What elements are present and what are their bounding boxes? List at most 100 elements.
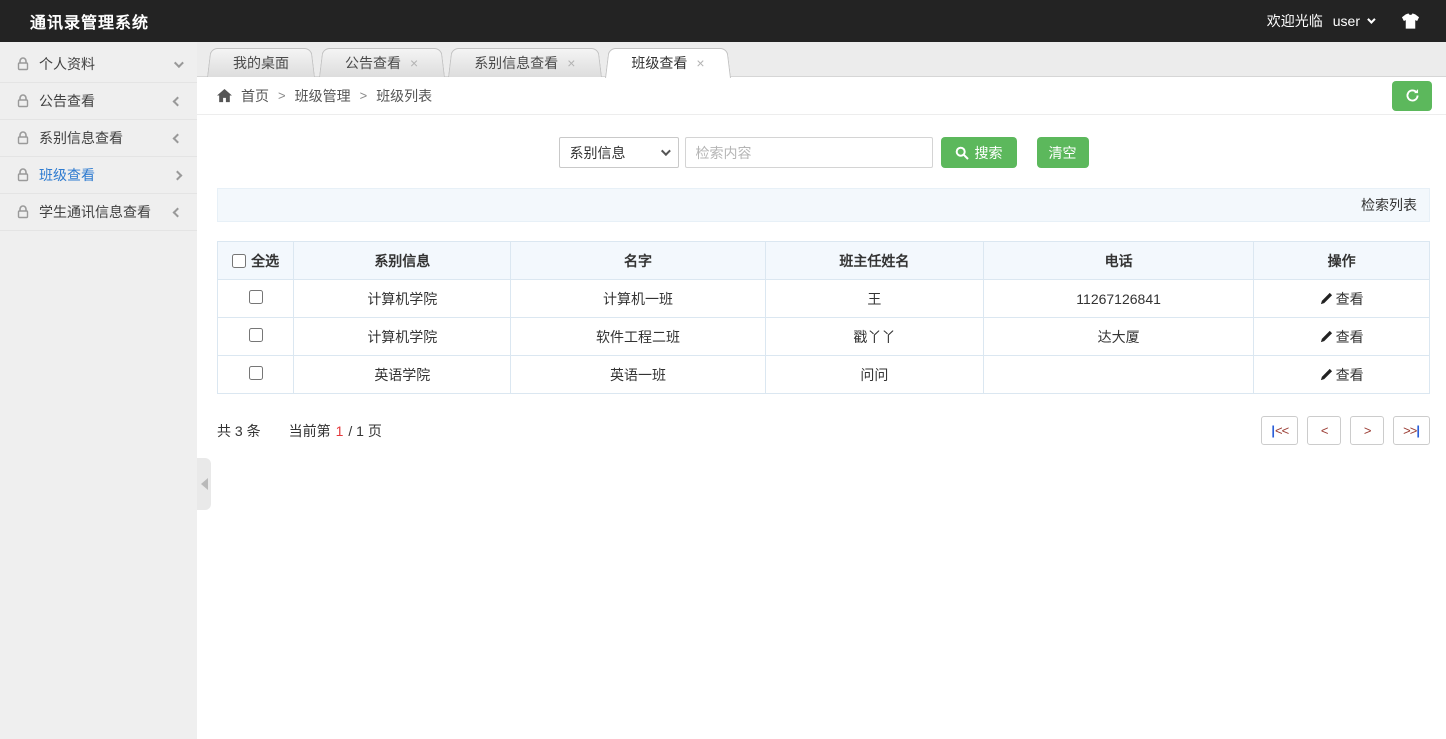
- view-link[interactable]: 查看: [1320, 289, 1364, 309]
- total-count: 共 3 条: [217, 421, 261, 441]
- search-button[interactable]: 搜索: [941, 137, 1017, 168]
- top-header: 通讯录管理系统 欢迎光临 user: [0, 0, 1446, 42]
- chevron-down-icon: [1367, 15, 1375, 23]
- view-link[interactable]: 查看: [1320, 365, 1364, 385]
- category-select-wrap: 系别信息: [559, 137, 679, 168]
- search-input[interactable]: [685, 137, 933, 168]
- chevron-left-icon: [173, 96, 183, 106]
- sidebar-item-profile[interactable]: 个人资料: [0, 46, 197, 83]
- lock-icon: [16, 131, 30, 145]
- select-all-checkbox[interactable]: [232, 254, 246, 268]
- user-menu[interactable]: user: [1333, 13, 1373, 29]
- chevron-left-icon: [173, 133, 183, 143]
- view-link[interactable]: 查看: [1320, 327, 1364, 347]
- sidebar: 个人资料 公告查看 系别信息查看 班级查看 学生通讯信息查看: [0, 42, 197, 739]
- search-icon: [955, 146, 969, 160]
- breadcrumb-bar: 首页 > 班级管理 > 班级列表: [197, 77, 1446, 115]
- cell-phone: [983, 356, 1253, 394]
- tab-label: 系别信息查看: [474, 53, 558, 73]
- close-icon[interactable]: ×: [696, 56, 704, 70]
- breadcrumb-home[interactable]: 首页: [241, 86, 269, 106]
- tab-announcements[interactable]: 公告查看 ×: [319, 48, 444, 77]
- cell-name: 软件工程二班: [511, 318, 766, 356]
- search-button-label: 搜索: [975, 143, 1003, 163]
- pagination-info: 共 3 条 当前第 1 / 1 页: [217, 421, 382, 441]
- sidebar-collapse-handle[interactable]: [197, 458, 211, 510]
- cell-name: 计算机一班: [511, 280, 766, 318]
- row-checkbox-cell: [218, 280, 294, 318]
- row-checkbox[interactable]: [249, 290, 263, 304]
- select-all-header: 全选: [218, 242, 294, 280]
- row-checkbox[interactable]: [249, 366, 263, 380]
- first-page-button[interactable]: | <<: [1261, 416, 1298, 445]
- view-link-label: 查看: [1336, 365, 1364, 385]
- breadcrumb-separator: >: [278, 88, 286, 103]
- cell-op: 查看: [1254, 280, 1430, 318]
- col-header-op: 操作: [1254, 242, 1430, 280]
- sidebar-item-label: 班级查看: [39, 165, 95, 185]
- home-icon: [217, 89, 232, 103]
- refresh-button[interactable]: [1392, 81, 1432, 111]
- view-link-label: 查看: [1336, 289, 1364, 309]
- sidebar-item-classes[interactable]: 班级查看: [0, 157, 197, 194]
- prev-page-button[interactable]: <: [1307, 416, 1341, 445]
- sidebar-item-announcements[interactable]: 公告查看: [0, 83, 197, 120]
- chevron-right-icon: [173, 170, 183, 180]
- row-checkbox-cell: [218, 318, 294, 356]
- table-row: 计算机学院 软件工程二班 戳丫丫 达大厦 查看: [218, 318, 1430, 356]
- current-page-number: 1: [336, 423, 344, 439]
- clear-button[interactable]: 清空: [1037, 137, 1089, 168]
- col-header-phone: 电话: [983, 242, 1253, 280]
- lock-icon: [16, 57, 30, 71]
- close-icon[interactable]: ×: [410, 56, 418, 70]
- category-select[interactable]: 系别信息: [559, 137, 679, 168]
- cell-teacher: 问问: [765, 356, 983, 394]
- tab-departments[interactable]: 系别信息查看 ×: [448, 48, 601, 77]
- app-title: 通讯录管理系统: [30, 9, 149, 33]
- cell-op: 查看: [1254, 356, 1430, 394]
- next-page-arrow: >: [1364, 423, 1371, 438]
- pencil-icon: [1320, 330, 1333, 343]
- cell-dept: 计算机学院: [294, 280, 511, 318]
- chevron-left-icon: [173, 207, 183, 217]
- clear-button-label: 清空: [1049, 143, 1077, 163]
- sidebar-item-label: 公告查看: [39, 91, 95, 111]
- table-header-row: 全选 系别信息 名字 班主任姓名 电话 操作: [218, 242, 1430, 280]
- row-checkbox[interactable]: [249, 328, 263, 342]
- list-bar: 检索列表: [217, 188, 1430, 222]
- next-page-button[interactable]: >: [1350, 416, 1384, 445]
- cell-phone: 达大厦: [983, 318, 1253, 356]
- sidebar-item-label: 个人资料: [39, 54, 95, 74]
- search-row: 系别信息 搜索 清空: [217, 137, 1430, 168]
- breadcrumb: 首页 > 班级管理 > 班级列表: [217, 86, 432, 106]
- cell-dept: 英语学院: [294, 356, 511, 394]
- sidebar-item-departments[interactable]: 系别信息查看: [0, 120, 197, 157]
- lock-icon: [16, 205, 30, 219]
- tab-label: 公告查看: [345, 53, 401, 73]
- select-all-label: 全选: [251, 251, 279, 271]
- pencil-icon: [1320, 292, 1333, 305]
- cell-op: 查看: [1254, 318, 1430, 356]
- collapse-arrow-icon: [201, 478, 208, 490]
- prev-page-arrow: <: [1321, 423, 1328, 438]
- col-header-teacher: 班主任姓名: [765, 242, 983, 280]
- refresh-icon: [1405, 88, 1420, 103]
- cell-teacher: 戳丫丫: [765, 318, 983, 356]
- pencil-icon: [1320, 368, 1333, 381]
- tab-desktop[interactable]: 我的桌面: [207, 48, 315, 77]
- row-checkbox-cell: [218, 356, 294, 394]
- close-icon[interactable]: ×: [567, 56, 575, 70]
- username: user: [1333, 13, 1360, 29]
- tshirt-icon: [1401, 13, 1420, 30]
- tab-classes[interactable]: 班级查看 ×: [605, 48, 730, 78]
- view-link-label: 查看: [1336, 327, 1364, 347]
- pagination-buttons: | << < > >> |: [1261, 416, 1430, 445]
- sidebar-item-student-contacts[interactable]: 学生通讯信息查看: [0, 194, 197, 231]
- last-page-button[interactable]: >> |: [1393, 416, 1430, 445]
- tab-label: 我的桌面: [233, 53, 289, 73]
- theme-button[interactable]: [1401, 13, 1420, 30]
- breadcrumb-separator: >: [360, 88, 368, 103]
- last-page-pipe: |: [1416, 423, 1420, 438]
- col-header-name: 名字: [511, 242, 766, 280]
- current-page-prefix: 当前第: [289, 421, 331, 441]
